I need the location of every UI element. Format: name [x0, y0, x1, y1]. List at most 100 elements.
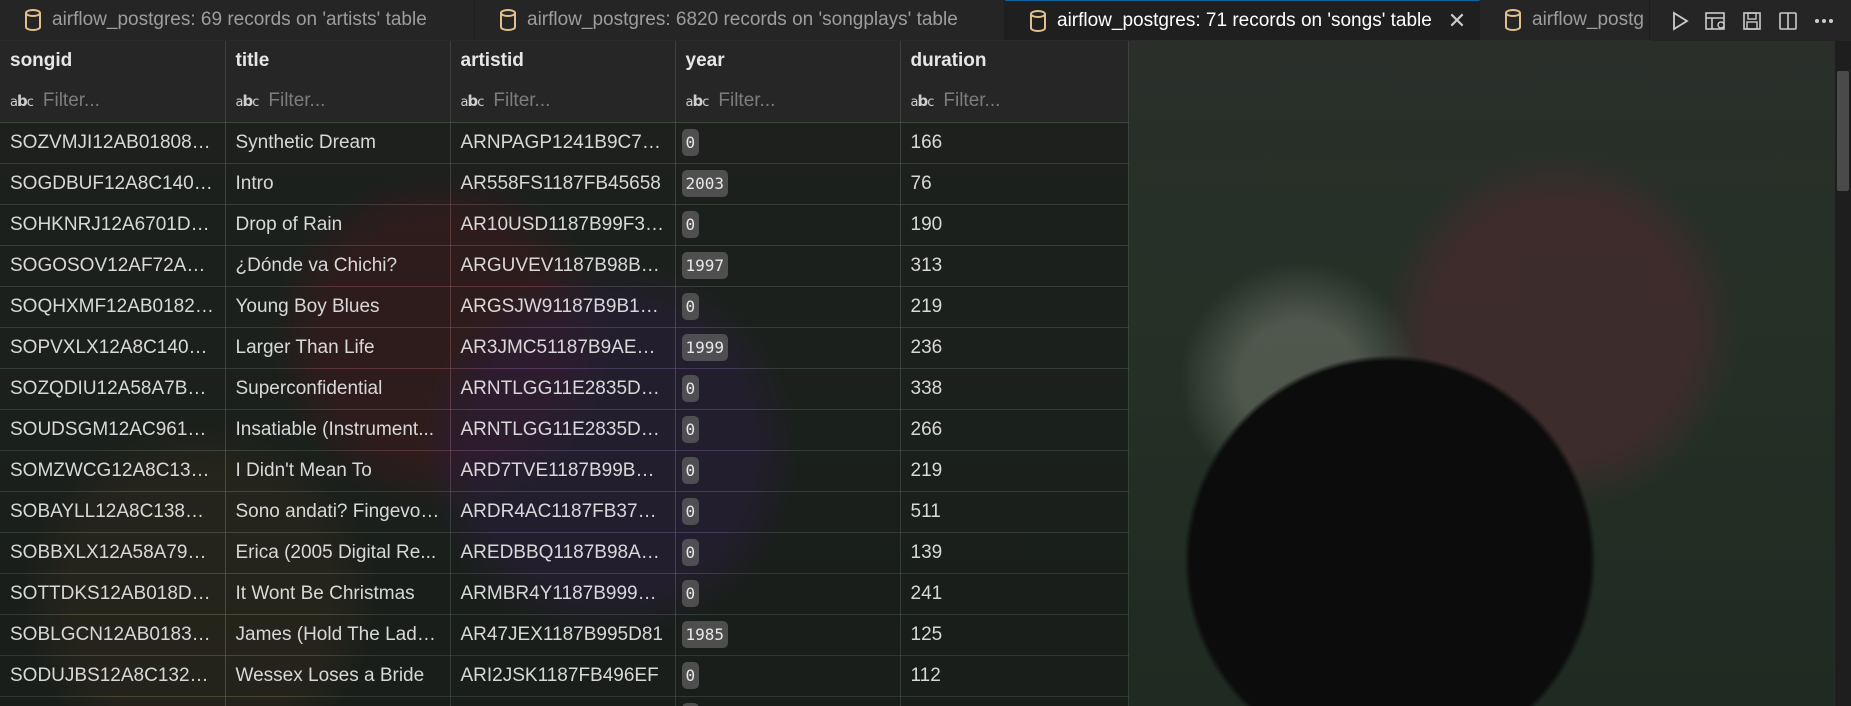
cell-artistid[interactable]: ARGSJW91187B9B1D6B: [450, 286, 676, 328]
cell-artistid[interactable]: ARD7TVE1187B99BFB1: [450, 450, 676, 492]
cell-year[interactable]: 2003: [675, 163, 901, 205]
table-row[interactable]: SOHKNRJ12A6701D1F8 Drop of Rain AR10USD118…: [0, 204, 1129, 246]
cell-title[interactable]: Wessex Loses a Bride: [225, 655, 451, 697]
cell-title[interactable]: I Didn't Mean To: [225, 450, 451, 492]
cell-duration[interactable]: 112: [900, 655, 1129, 697]
cell-title[interactable]: Larger Than Life: [225, 327, 451, 369]
cell-year[interactable]: 1985: [675, 614, 901, 656]
tab-artists[interactable]: airflow_postgres: 69 records on 'artists…: [0, 0, 475, 40]
cell-year[interactable]: 0: [675, 204, 901, 246]
column-header-artistid[interactable]: artistid: [450, 41, 676, 80]
table-row[interactable]: SOUDSGM12AC96183... Insatiable (Instrumen…: [0, 409, 1129, 451]
table-row[interactable]: SODUJBS12A8C132150 Wessex Loses a Bride AR…: [0, 655, 1129, 697]
cell-title[interactable]: ¿Dónde va Chichi?: [225, 245, 451, 287]
cell-songid[interactable]: SOBAYLL12A8C138AF9: [0, 491, 226, 533]
save-icon[interactable]: [1741, 10, 1763, 32]
cell-artistid[interactable]: [450, 696, 676, 706]
cell-year[interactable]: 1997: [675, 245, 901, 287]
cell-songid[interactable]: SOTTDKS12AB018D69B: [0, 573, 226, 615]
filter-input-artistid[interactable]: [493, 89, 634, 112]
cell-title[interactable]: [225, 696, 451, 706]
column-header-year[interactable]: year: [675, 41, 901, 80]
table-row[interactable]: SOBLGCN12AB0183212 James (Hold The Ladd..…: [0, 614, 1129, 656]
cell-duration[interactable]: 241: [900, 573, 1129, 615]
filter-input-duration[interactable]: [943, 89, 1084, 112]
cell-duration[interactable]: 139: [900, 532, 1129, 574]
open-preview-icon[interactable]: [1705, 10, 1727, 32]
cell-songid[interactable]: SODUJBS12A8C132150: [0, 655, 226, 697]
table-row[interactable]: SOGOSOV12AF72A285E ¿Dónde va Chichi? ARGUV…: [0, 245, 1129, 287]
cell-artistid[interactable]: AR10USD1187B99F3F1: [450, 204, 676, 246]
cell-title[interactable]: James (Hold The Ladd...: [225, 614, 451, 656]
cell-artistid[interactable]: ARMBR4Y1187B9990EB: [450, 573, 676, 615]
cell-year[interactable]: 0: [675, 491, 901, 533]
cell-duration[interactable]: 338: [900, 368, 1129, 410]
cell-songid[interactable]: SOHKNRJ12A6701D1F8: [0, 204, 226, 246]
cell-title[interactable]: Intro: [225, 163, 451, 205]
cell-duration[interactable]: 219: [900, 286, 1129, 328]
cell-year[interactable]: 0: [675, 573, 901, 615]
table-row[interactable]: SOZVMJI12AB01808AF Synthetic Dream ARNPAGP…: [0, 122, 1129, 164]
more-actions-icon[interactable]: [1813, 10, 1835, 32]
cell-songid[interactable]: SOBLGCN12AB0183212: [0, 614, 226, 656]
cell-title[interactable]: Insatiable (Instrument...: [225, 409, 451, 451]
cell-songid[interactable]: SOZVMJI12AB01808AF: [0, 122, 226, 164]
cell-songid[interactable]: SOQHXMF12AB01823...: [0, 286, 226, 328]
cell-songid[interactable]: SOPVXLX12A8C1402D5: [0, 327, 226, 369]
cell-artistid[interactable]: ARI2JSK1187FB496EF: [450, 655, 676, 697]
cell-artistid[interactable]: AR558FS1187FB45658: [450, 163, 676, 205]
cell-title[interactable]: Drop of Rain: [225, 204, 451, 246]
cell-year[interactable]: 0: [675, 450, 901, 492]
cell-songid[interactable]: SOGOSOV12AF72A285E: [0, 245, 226, 287]
table-row[interactable]: SOBBXLX12A58A79DDA Erica (2005 Digital Re…: [0, 532, 1129, 574]
table-row[interactable]: SOPVXLX12A8C1402D5 Larger Than Life AR3JMC…: [0, 327, 1129, 369]
cell-artistid[interactable]: AREDBBQ1187B98AFF5: [450, 532, 676, 574]
cell-title[interactable]: It Wont Be Christmas: [225, 573, 451, 615]
cell-artistid[interactable]: ARNTLGG11E2835DDB9: [450, 409, 676, 451]
filter-input-songid[interactable]: [42, 89, 183, 112]
cell-duration[interactable]: 266: [900, 409, 1129, 451]
column-header-title[interactable]: title: [225, 41, 451, 80]
table-row[interactable]: SOZQDIU12A58A7BCF6 Superconfidential ARNTL…: [0, 368, 1129, 410]
scrollbar-thumb[interactable]: [1837, 71, 1849, 191]
column-header-duration[interactable]: duration: [900, 41, 1129, 80]
cell-year[interactable]: 0: [675, 655, 901, 697]
run-icon[interactable]: [1669, 10, 1691, 32]
cell-duration[interactable]: 511: [900, 491, 1129, 533]
cell-year[interactable]: 1999: [675, 327, 901, 369]
table-row[interactable]: SOMZWCG12A8C13C... I Didn't Mean To ARD7TV…: [0, 450, 1129, 492]
cell-year[interactable]: 0: [675, 409, 901, 451]
tab-songplays[interactable]: airflow_postgres: 6820 records on 'songp…: [475, 0, 1005, 40]
cell-title[interactable]: Superconfidential: [225, 368, 451, 410]
cell-artistid[interactable]: ARNTLGG11E2835DDB9: [450, 368, 676, 410]
cell-duration[interactable]: 190: [900, 204, 1129, 246]
filter-input-title[interactable]: [268, 89, 409, 112]
cell-songid[interactable]: SOBBXLX12A58A79DDA: [0, 532, 226, 574]
cell-songid[interactable]: [0, 696, 226, 706]
cell-year[interactable]: 0: [675, 532, 901, 574]
split-editor-icon[interactable]: [1777, 10, 1799, 32]
cell-artistid[interactable]: ARDR4AC1187FB371A1: [450, 491, 676, 533]
table-row[interactable]: SOBAYLL12A8C138AF9 Sono andati? Fingevo .…: [0, 491, 1129, 533]
cell-artistid[interactable]: AR3JMC51187B9AE49D: [450, 327, 676, 369]
tab-postgres-truncated[interactable]: airflow_postg: [1480, 0, 1650, 40]
table-row[interactable]: SOTTDKS12AB018D69B It Wont Be Christmas AR…: [0, 573, 1129, 615]
cell-songid[interactable]: SOMZWCG12A8C13C...: [0, 450, 226, 492]
cell-duration[interactable]: 219: [900, 450, 1129, 492]
close-icon[interactable]: ✕: [1448, 8, 1466, 34]
cell-songid[interactable]: SOUDSGM12AC96183...: [0, 409, 226, 451]
cell-artistid[interactable]: ARNPAGP1241B9C7FD4: [450, 122, 676, 164]
cell-title[interactable]: Erica (2005 Digital Re...: [225, 532, 451, 574]
table-row[interactable]: SOGDBUF12A8C140FAA Intro AR558FS1187FB4565…: [0, 163, 1129, 205]
cell-title[interactable]: Synthetic Dream: [225, 122, 451, 164]
cell-title[interactable]: Young Boy Blues: [225, 286, 451, 328]
cell-duration[interactable]: 166: [900, 122, 1129, 164]
vertical-scrollbar[interactable]: [1834, 41, 1851, 706]
cell-artistid[interactable]: ARGUVEV1187B98BA17: [450, 245, 676, 287]
cell-year[interactable]: 0: [675, 286, 901, 328]
table-row[interactable]: SOQHXMF12AB01823... Young Boy Blues ARGSJW…: [0, 286, 1129, 328]
tab-songs[interactable]: airflow_postgres: 71 records on 'songs' …: [1005, 0, 1480, 40]
cell-year[interactable]: 0: [675, 368, 901, 410]
cell-year[interactable]: 0: [675, 696, 901, 706]
cell-duration[interactable]: 76: [900, 163, 1129, 205]
